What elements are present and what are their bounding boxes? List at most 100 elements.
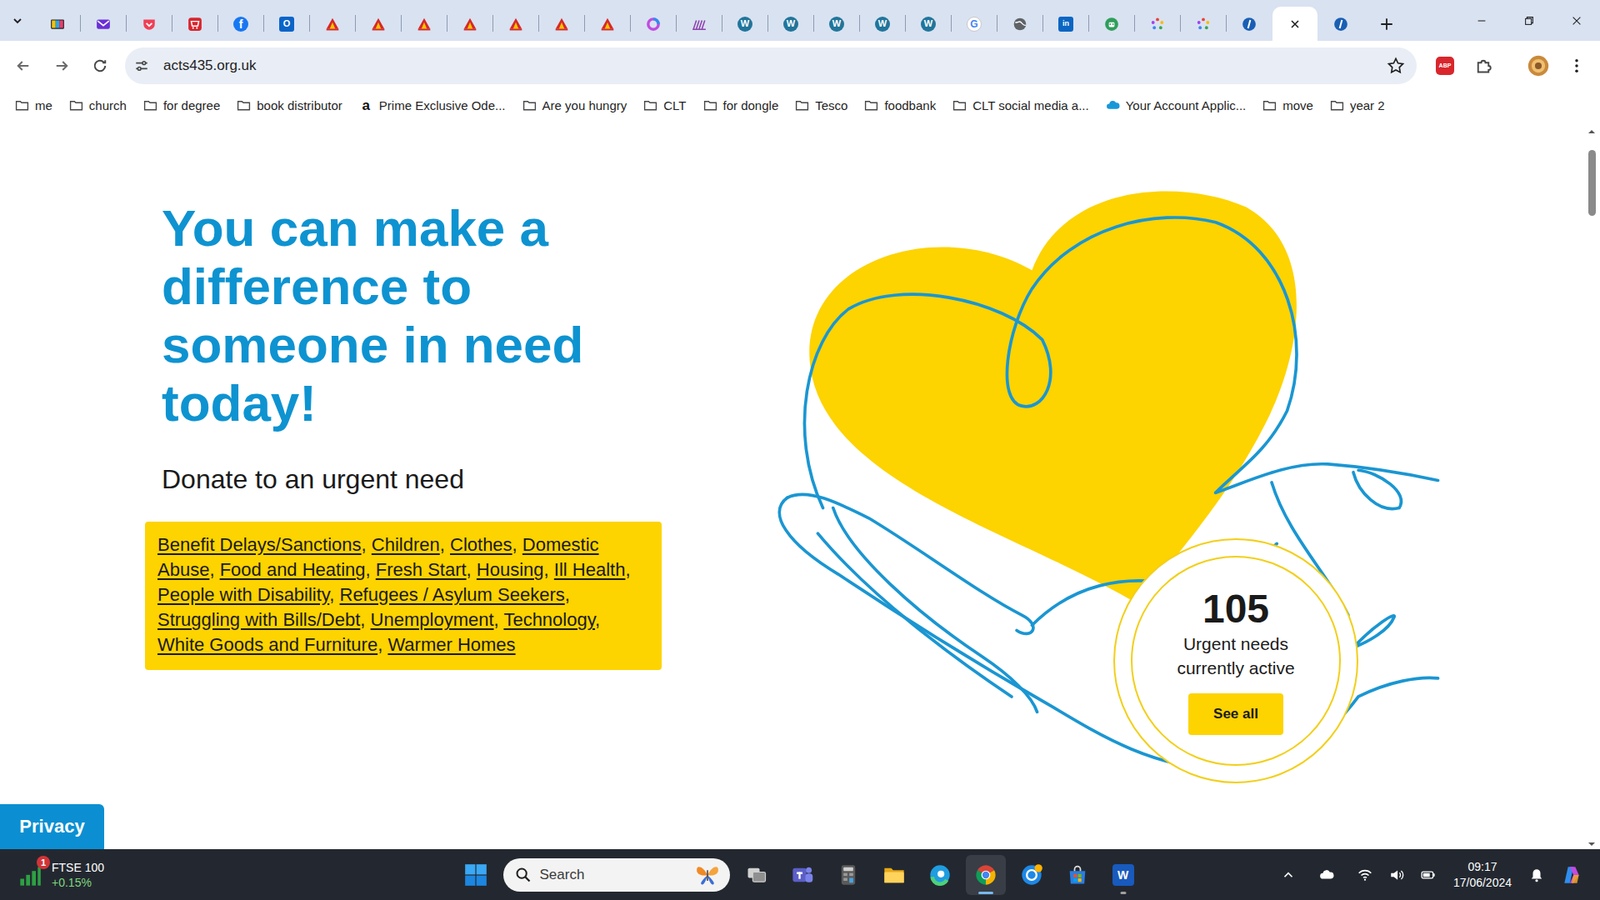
- forward-button[interactable]: [46, 50, 77, 81]
- bookmark[interactable]: Tesco: [790, 95, 853, 116]
- browser-tab[interactable]: W: [814, 6, 860, 41]
- omnibox[interactable]: acts435.org.uk: [125, 47, 1417, 85]
- browser-tab[interactable]: W: [768, 6, 814, 41]
- browser-tab[interactable]: [172, 6, 218, 41]
- store-taskbar-button[interactable]: [1057, 855, 1098, 895]
- bookmark[interactable]: for dongle: [698, 95, 785, 116]
- star-icon[interactable]: [1386, 56, 1405, 75]
- notifications-button[interactable]: [1521, 858, 1552, 892]
- browser-tab[interactable]: [997, 6, 1043, 41]
- stocks-widget[interactable]: 1FTSE 100+0.15%: [0, 860, 105, 890]
- category-link[interactable]: Fresh Start: [375, 559, 467, 580]
- browser-tab[interactable]: W: [905, 6, 951, 41]
- browser-tab[interactable]: [630, 6, 676, 41]
- category-link[interactable]: White Goods and Furniture: [157, 634, 378, 655]
- browser-tab[interactable]: O: [264, 6, 310, 41]
- close-icon[interactable]: [1288, 17, 1302, 31]
- abp-extension-button[interactable]: ABP: [1430, 50, 1460, 81]
- calculator-taskbar-button[interactable]: [828, 855, 869, 895]
- profile-button[interactable]: [1523, 50, 1554, 81]
- browser-tab[interactable]: [1318, 6, 1364, 41]
- help-taskbar-button[interactable]: [1011, 855, 1052, 895]
- browser-tab[interactable]: [1180, 6, 1226, 41]
- start-button[interactable]: [457, 855, 495, 895]
- word-taskbar-button[interactable]: W: [1103, 855, 1144, 895]
- browser-tab[interactable]: W: [860, 6, 905, 41]
- tab-search-button[interactable]: [0, 0, 35, 41]
- chrome-taskbar-button[interactable]: [965, 855, 1006, 895]
- taskbar-search[interactable]: Search: [503, 858, 730, 892]
- needs-label: currently active: [1176, 655, 1295, 680]
- category-link[interactable]: Warmer Homes: [387, 634, 515, 655]
- clock[interactable]: 09:1717/06/2024: [1446, 859, 1519, 891]
- browser-tab[interactable]: in: [1043, 6, 1089, 41]
- site-info-button[interactable]: [131, 55, 152, 76]
- category-link[interactable]: Housing: [476, 559, 545, 580]
- bookmark[interactable]: Are you hungry: [517, 95, 633, 116]
- browser-tab[interactable]: [1089, 6, 1135, 41]
- show-hidden-icons-button[interactable]: [1275, 858, 1302, 892]
- category-link[interactable]: Unemployment: [370, 609, 495, 630]
- browser-tab[interactable]: [493, 6, 539, 41]
- browser-tab[interactable]: [1272, 6, 1318, 41]
- category-link[interactable]: Children: [371, 534, 440, 555]
- browser-tab[interactable]: [1226, 6, 1272, 41]
- task-view-taskbar-button[interactable]: [736, 855, 777, 895]
- browser-tab[interactable]: [585, 6, 630, 41]
- category-link[interactable]: Benefit Delays/Sanctions: [157, 534, 362, 555]
- teams-taskbar-button[interactable]: [782, 855, 823, 895]
- volume-button[interactable]: [1383, 858, 1410, 892]
- back-button[interactable]: [8, 50, 39, 81]
- bookmark[interactable]: CLT: [638, 95, 691, 116]
- close-window-button[interactable]: [1552, 0, 1600, 41]
- bookmark[interactable]: me: [10, 95, 58, 116]
- browser-tab[interactable]: [447, 6, 493, 41]
- onedrive-button[interactable]: [1313, 858, 1340, 892]
- browser-tab[interactable]: f: [218, 6, 264, 41]
- new-tab-button[interactable]: [1368, 6, 1405, 41]
- category-link[interactable]: Technology: [503, 609, 595, 630]
- wifi-button[interactable]: [1351, 858, 1379, 892]
- bookmark[interactable]: for degree: [138, 95, 225, 116]
- bookmark[interactable]: aPrime Exclusive Ode...: [354, 95, 511, 116]
- bookmark[interactable]: foodbank: [859, 95, 941, 116]
- bookmark[interactable]: church: [64, 95, 132, 116]
- scrollbar[interactable]: [1583, 120, 1600, 850]
- bookmark[interactable]: book distributor: [231, 95, 348, 116]
- category-link[interactable]: Struggling with Bills/Debt: [157, 609, 360, 630]
- puzzle-extension-button[interactable]: [1468, 50, 1499, 81]
- copilot-button[interactable]: [1555, 858, 1589, 892]
- battery-button[interactable]: [1415, 858, 1442, 892]
- category-link[interactable]: People with Disability: [157, 584, 330, 605]
- scrollbar-thumb[interactable]: [1588, 150, 1596, 216]
- bookmark[interactable]: move: [1257, 95, 1319, 116]
- menu-button[interactable]: [1561, 50, 1592, 81]
- browser-tab[interactable]: [80, 6, 126, 41]
- scroll-down-icon[interactable]: [1586, 839, 1597, 850]
- browser-tab[interactable]: [126, 6, 172, 41]
- browser-tab[interactable]: W: [722, 6, 768, 41]
- category-link[interactable]: Food and Heating: [220, 559, 366, 580]
- category-link[interactable]: Refugees / Asylum Seekers: [340, 584, 565, 605]
- bookmark[interactable]: CLT social media a...: [947, 95, 1095, 116]
- browser-tab[interactable]: [1135, 6, 1180, 41]
- browser-tab[interactable]: [35, 6, 80, 41]
- category-link[interactable]: Clothes: [450, 534, 513, 555]
- scroll-up-icon[interactable]: [1586, 126, 1597, 137]
- bookmark[interactable]: year 2: [1325, 95, 1390, 116]
- edge-taskbar-button[interactable]: [920, 855, 960, 895]
- restore-button[interactable]: [1505, 0, 1553, 41]
- browser-tab[interactable]: [310, 6, 355, 41]
- browser-tab[interactable]: [355, 6, 401, 41]
- browser-tab[interactable]: [401, 6, 447, 41]
- browser-tab[interactable]: [539, 6, 585, 41]
- browser-tab[interactable]: G: [951, 6, 997, 41]
- privacy-button[interactable]: Privacy: [0, 804, 105, 850]
- explorer-taskbar-button[interactable]: [874, 855, 915, 895]
- reload-button[interactable]: [85, 50, 115, 81]
- see-all-button[interactable]: See all: [1188, 693, 1284, 735]
- minimize-button[interactable]: [1457, 0, 1505, 41]
- browser-tab[interactable]: [676, 6, 722, 41]
- bookmark[interactable]: Your Account Applic...: [1100, 95, 1252, 116]
- category-link[interactable]: Ill Health: [554, 559, 626, 580]
